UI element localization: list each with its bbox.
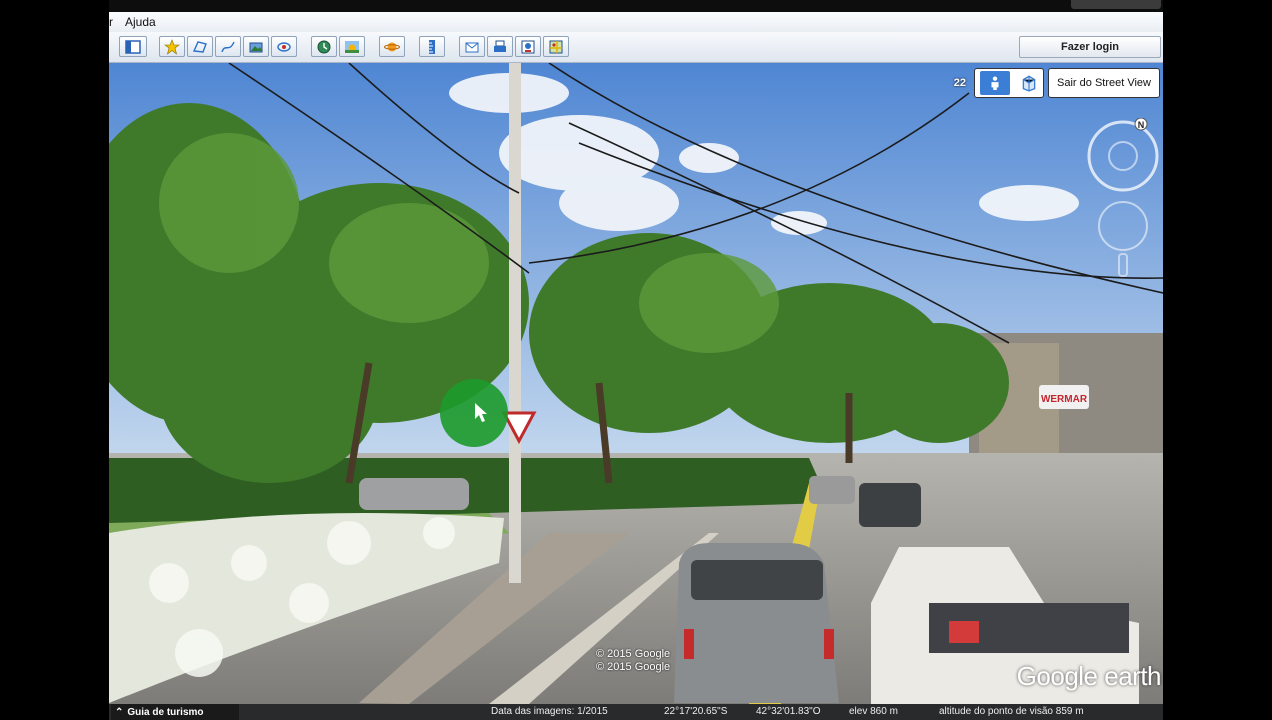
utility-pole <box>509 63 521 583</box>
status-bar: Data das imagens: 1/2015 22°17'20.65"S 4… <box>109 704 1163 720</box>
elevation: elev 860 m <box>849 706 898 717</box>
image-overlay-button[interactable] <box>243 36 269 57</box>
ruler-icon <box>429 39 435 54</box>
navigation-controls[interactable]: N <box>1085 118 1161 278</box>
copyright-line: © 2015 Google <box>596 648 671 660</box>
view-in-maps-button[interactable] <box>543 36 569 57</box>
add-path-button[interactable] <box>215 36 241 57</box>
image-overlay-icon <box>249 42 263 52</box>
google-earth-window: r Ajuda Fazer login WERMAR 22 Sair do St… <box>109 12 1163 720</box>
zoom-slider[interactable] <box>1118 253 1128 277</box>
planets-icon <box>384 42 400 51</box>
path-icon <box>221 41 235 52</box>
view-in-maps-icon <box>549 40 563 53</box>
historical-imagery-button[interactable] <box>311 36 337 57</box>
email-icon <box>465 42 479 52</box>
email-button[interactable] <box>459 36 485 57</box>
sunlight-icon <box>345 40 359 53</box>
street-view-viewport[interactable]: WERMAR 22 Sair do Street View N © 2015 G… <box>109 63 1163 704</box>
print-button[interactable] <box>487 36 513 57</box>
tour-guide-tab[interactable]: ⌃ Guia de turismo <box>111 704 239 720</box>
black-border-left <box>0 0 109 720</box>
longitude: 42°32'01.83"O <box>756 706 821 717</box>
polygon-icon <box>192 40 207 53</box>
parked-car <box>359 478 469 510</box>
black-border-right <box>1163 0 1272 720</box>
record-tour-button[interactable] <box>271 36 297 57</box>
copyright-line: © 2015 Google <box>596 661 671 673</box>
sidebar-icon <box>125 39 141 54</box>
historical-imagery-icon <box>317 40 331 53</box>
street-view-controls: 22 Sair do Street View <box>954 68 1160 98</box>
image-date: Data das imagens: 1/2015 <box>491 706 608 717</box>
exit-street-view-button[interactable]: Sair do Street View <box>1048 68 1160 98</box>
eye-altitude: altitude do ponto de visão 859 m <box>939 706 1084 717</box>
chevron-up-icon: ⌃ <box>115 706 124 718</box>
login-button[interactable]: Fazer login <box>1019 36 1161 58</box>
save-image-icon <box>521 40 535 53</box>
add-polygon-button[interactable] <box>187 36 213 57</box>
menu-bar: r Ajuda <box>109 12 1163 33</box>
toolbar: Fazer login <box>109 32 1163 63</box>
menu-item-help[interactable]: Ajuda <box>119 15 162 29</box>
placemark-icon <box>164 38 180 55</box>
compass-north-label: N <box>1138 120 1145 130</box>
view-mode-toggle[interactable] <box>974 68 1045 98</box>
store-sign-text: WERMAR <box>1041 394 1088 405</box>
google-earth-logo: Google earth <box>1016 661 1162 691</box>
silver-hatchback <box>674 543 839 703</box>
street-scene: WERMAR <box>109 63 1163 704</box>
window-controls[interactable] <box>1071 0 1161 9</box>
zoom-value: 22 <box>953 77 967 89</box>
record-tour-icon <box>277 41 291 52</box>
green-cursor-marker[interactable] <box>440 379 508 447</box>
building-3d-icon[interactable] <box>1020 74 1038 92</box>
title-bar <box>109 0 1163 12</box>
look-ring-icon <box>1087 120 1159 192</box>
planets-button[interactable] <box>379 36 405 57</box>
add-placemark-button[interactable] <box>159 36 185 57</box>
sidebar-button[interactable] <box>119 36 147 57</box>
move-ring-icon <box>1098 201 1148 251</box>
copyright-notice: © 2015 Google © 2015 Google <box>596 648 670 674</box>
pegman-icon[interactable] <box>980 71 1011 95</box>
print-icon <box>494 40 506 52</box>
ruler-button[interactable] <box>419 36 445 57</box>
latitude: 22°17'20.65"S <box>664 706 728 717</box>
tour-guide-label: Guia de turismo <box>127 706 204 718</box>
menu-item-partial[interactable]: r <box>109 15 119 29</box>
save-image-button[interactable] <box>515 36 541 57</box>
sunlight-button[interactable] <box>339 36 365 57</box>
